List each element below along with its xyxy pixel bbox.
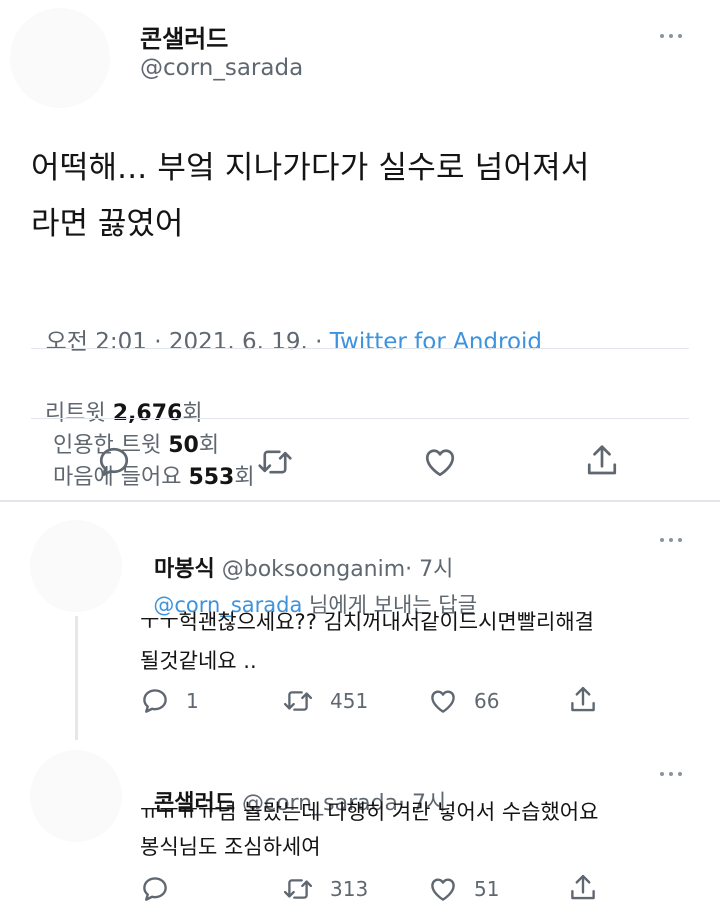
tweet-timestamp: 오전 2:01 · 2021. 6. 19. · Twitter for And… — [31, 296, 542, 356]
reply-icon[interactable] — [140, 874, 170, 904]
share-icon[interactable] — [568, 872, 598, 904]
tweet-stats: 리트윗 2,676회 인용한 트윗 50회 마음에 들어요 553회 — [31, 370, 255, 491]
share-icon[interactable] — [584, 442, 620, 480]
tweet-text-line2: 라면 끓였어 — [31, 206, 184, 242]
retweet-icon[interactable] — [282, 874, 314, 904]
tweet-text-line1: 어떡해... 부엌 지나가다가 실수로 넘어져서 — [31, 150, 590, 186]
retweet-icon[interactable] — [256, 444, 294, 480]
more-options-icon[interactable] — [660, 34, 682, 38]
more-options-icon[interactable] — [660, 772, 682, 776]
more-options-icon[interactable] — [660, 538, 682, 542]
tweet-time: 오전 2:01 · 2021. 6. 19. · — [45, 329, 330, 355]
like-icon[interactable] — [428, 874, 458, 904]
divider — [31, 418, 689, 419]
reply-count: 1 — [186, 689, 199, 713]
avatar[interactable] — [10, 8, 110, 108]
reply-icon[interactable] — [96, 444, 132, 480]
like-icon[interactable] — [428, 686, 458, 716]
divider — [0, 500, 720, 502]
reply-text-line1: ㅜㅜ헉괜찮으세요?? 김치꺼내서같이드시면빨리해결 — [140, 610, 595, 634]
retweets-stat[interactable]: 리트윗 2,676회 — [45, 401, 203, 426]
retweet-count: 451 — [330, 689, 369, 713]
quotes-stat[interactable]: 인용한 트윗 50회 — [53, 433, 219, 458]
reply-icon[interactable] — [140, 686, 170, 716]
likes-stat[interactable]: 마음에 들어요 553회 — [53, 465, 255, 490]
reply-text-line2: 될것같네요 .. — [140, 649, 257, 673]
tweet-handle[interactable]: @corn_sarada — [140, 55, 303, 81]
share-icon[interactable] — [568, 684, 598, 716]
like-icon[interactable] — [422, 444, 458, 480]
divider — [31, 348, 689, 349]
retweet-count: 313 — [330, 877, 369, 901]
reply-text-line1: ㅠㅠㅠㅠ넘 놀랐는데 다행히 겨란 넣어서 수습했어요 — [140, 800, 599, 824]
like-count: 66 — [474, 689, 500, 713]
reply-text-line2: 봉식님도 조심하세여 — [140, 835, 321, 859]
tweet-source-link[interactable]: Twitter for Android — [330, 329, 542, 355]
like-count: 51 — [474, 877, 500, 901]
retweet-icon[interactable] — [282, 686, 314, 716]
tweet-display-name[interactable]: 콘샐러드 — [140, 19, 228, 54]
avatar[interactable] — [30, 750, 122, 842]
thread-line — [75, 616, 78, 740]
avatar[interactable] — [30, 520, 122, 612]
